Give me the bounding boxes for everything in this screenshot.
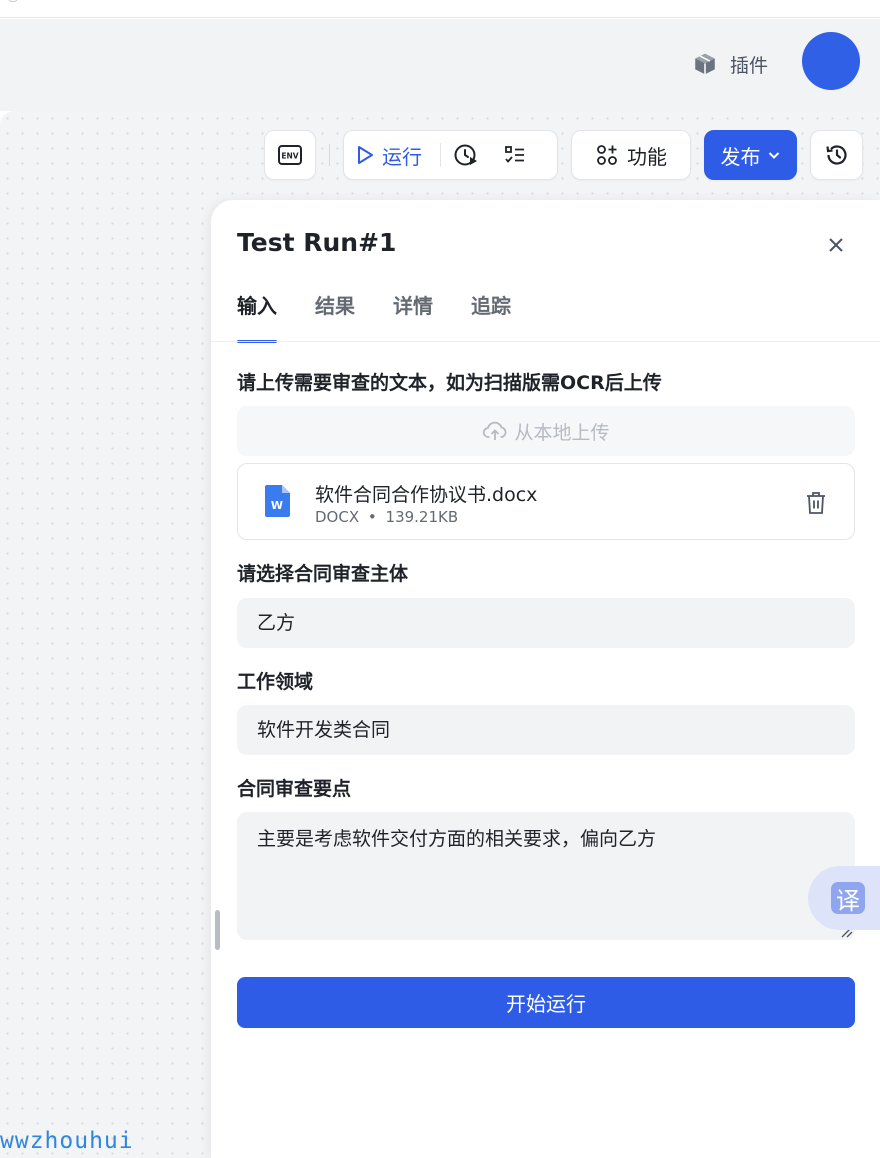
translate-bubble[interactable]: 译 bbox=[808, 866, 880, 930]
svg-text:W: W bbox=[271, 499, 283, 512]
subject-label: 请选择合同审查主体 bbox=[237, 563, 409, 585]
trash-icon[interactable] bbox=[804, 490, 828, 516]
svg-text:ENV: ENV bbox=[281, 152, 298, 161]
tab-result[interactable]: 结果 bbox=[315, 290, 355, 343]
domain-field[interactable]: 软件开发类合同 bbox=[237, 705, 855, 755]
run-button[interactable]: 运行 bbox=[382, 141, 422, 170]
file-meta: DOCX • 139.21KB bbox=[315, 508, 458, 526]
plugin-label: 插件 bbox=[730, 54, 769, 77]
panel-tabs: 输入 结果 详情 追踪 bbox=[237, 290, 511, 343]
timer-play-icon[interactable] bbox=[453, 142, 479, 168]
cloud-upload-icon bbox=[483, 421, 507, 440]
tab-trace[interactable]: 追踪 bbox=[471, 290, 511, 343]
checklist-icon[interactable] bbox=[503, 143, 527, 167]
run-group: 运行 bbox=[343, 130, 558, 180]
function-label: 功能 bbox=[627, 144, 667, 169]
panel-title: Test Run#1 bbox=[237, 228, 397, 257]
file-type: DOCX bbox=[315, 508, 360, 526]
apps-add-icon bbox=[597, 145, 617, 165]
window-corner-mark bbox=[8, 0, 18, 2]
toolbar-separator bbox=[329, 144, 330, 166]
cube-icon bbox=[695, 53, 715, 75]
key-points-label: 合同审查要点 bbox=[237, 778, 352, 800]
tab-input[interactable]: 输入 bbox=[237, 290, 277, 343]
upload-local-button[interactable]: 从本地上传 bbox=[237, 406, 855, 456]
play-icon[interactable] bbox=[354, 144, 376, 166]
translate-icon: 译 bbox=[831, 882, 865, 915]
start-run-button[interactable]: 开始运行 bbox=[237, 977, 855, 1028]
history-icon bbox=[825, 145, 847, 165]
key-points-text: 主要是考虑软件交付方面的相关要求，偏向乙方 bbox=[257, 828, 657, 850]
watermark: wwzhouhui bbox=[0, 1128, 134, 1154]
env-button[interactable]: ENV bbox=[264, 130, 316, 180]
file-meta-separator: • bbox=[367, 508, 377, 526]
chevron-down-icon bbox=[768, 152, 779, 159]
user-avatar[interactable] bbox=[802, 32, 860, 90]
file-size: 139.21KB bbox=[385, 508, 459, 526]
subject-field[interactable]: 乙方 bbox=[237, 598, 855, 648]
uploaded-file-card: W 软件合同合作协议书.docx DOCX • 139.21KB bbox=[237, 463, 855, 540]
test-run-panel: Test Run#1 输入 结果 详情 追踪 请上传需要审查的文本，如为扫描版需… bbox=[211, 200, 880, 1158]
run-group-divider bbox=[440, 143, 441, 167]
tab-details[interactable]: 详情 bbox=[393, 290, 433, 343]
env-icon: ENV bbox=[278, 145, 302, 165]
file-name: 软件合同合作协议书.docx bbox=[315, 484, 538, 506]
upload-label-text: 从本地上传 bbox=[514, 421, 610, 444]
plugin-button[interactable]: 插件 bbox=[692, 51, 768, 77]
publish-label: 发布 bbox=[720, 144, 761, 169]
key-points-textarea[interactable]: 主要是考虑软件交付方面的相关要求，偏向乙方 bbox=[237, 812, 855, 940]
app-header: 插件 bbox=[0, 19, 880, 111]
function-button[interactable]: 功能 bbox=[571, 130, 691, 180]
word-document-icon: W bbox=[265, 485, 290, 517]
tabs-divider bbox=[211, 341, 880, 342]
domain-label: 工作领域 bbox=[237, 671, 314, 693]
panel-resize-handle[interactable] bbox=[215, 910, 220, 950]
top-strip bbox=[0, 0, 880, 18]
history-button[interactable] bbox=[810, 130, 863, 180]
publish-button[interactable]: 发布 bbox=[704, 130, 797, 180]
upload-label: 请上传需要审查的文本，如为扫描版需OCR后上传 bbox=[237, 372, 662, 394]
close-icon[interactable] bbox=[825, 234, 847, 256]
